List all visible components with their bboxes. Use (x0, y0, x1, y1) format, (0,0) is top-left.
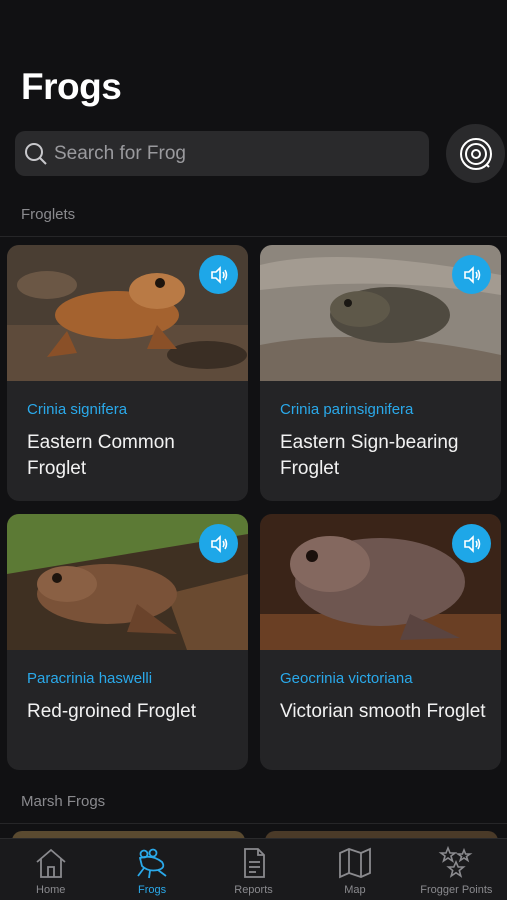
play-call-button[interactable] (452, 524, 491, 563)
bottom-tab-bar: Home Frogs Reports Map Frogger Points (0, 838, 507, 900)
frog-card-crinia-signifera[interactable]: Crinia signifera Eastern Common Froglet (7, 245, 248, 501)
scientific-name: Crinia signifera (27, 401, 128, 418)
tab-frogs[interactable]: Frogs (101, 839, 202, 900)
document-icon (243, 848, 265, 878)
play-call-button[interactable] (199, 524, 238, 563)
frog-card-geocrinia-victoriana[interactable]: Geocrinia victoriana Victorian smooth Fr… (260, 514, 501, 770)
play-call-button[interactable] (199, 255, 238, 294)
frog-call-scan-button[interactable] (446, 124, 505, 183)
speaker-icon (210, 265, 227, 284)
common-name: Victorian smooth Froglet (280, 701, 486, 722)
section-heading-froglets: Froglets (21, 206, 76, 223)
tab-label: Map (344, 884, 366, 896)
tab-label: Reports (234, 884, 273, 896)
tab-map[interactable]: Map (304, 839, 405, 900)
tab-label: Home (36, 884, 66, 896)
page-title: Frogs (21, 66, 122, 107)
scientific-name: Paracrinia haswelli (27, 670, 153, 687)
speaker-icon (210, 534, 227, 553)
speaker-icon (463, 534, 480, 553)
scientific-name: Crinia parinsignifera (280, 401, 414, 418)
search-placeholder: Search for Frog (54, 142, 186, 164)
common-name: Eastern Sign-bearing Froglet (280, 432, 459, 479)
search-input[interactable]: Search for Frog (15, 131, 429, 176)
section-heading-marsh-frogs: Marsh Frogs (21, 793, 106, 810)
speaker-icon (463, 265, 480, 284)
tab-frogger-points[interactable]: Frogger Points (406, 839, 507, 900)
tab-label: Frogger Points (420, 884, 493, 896)
map-icon (339, 847, 371, 879)
common-name: Eastern Common Froglet (27, 432, 175, 479)
section-divider (0, 236, 507, 237)
stars-icon (438, 846, 473, 878)
play-call-button[interactable] (452, 255, 491, 294)
tab-home[interactable]: Home (0, 839, 101, 900)
scientific-name: Geocrinia victoriana (280, 670, 413, 687)
frog-card-paracrinia-haswelli[interactable]: Paracrinia haswelli Red-groined Froglet (7, 514, 248, 770)
frog-icon (137, 848, 167, 879)
tab-label: Frogs (138, 884, 167, 896)
tab-reports[interactable]: Reports (203, 839, 304, 900)
search-icon (25, 142, 47, 165)
frog-card-crinia-parinsignifera[interactable]: Crinia parinsignifera Eastern Sign-beari… (260, 245, 501, 501)
common-name: Red-groined Froglet (27, 701, 196, 722)
home-icon (36, 848, 66, 878)
frog-call-scan-icon (459, 137, 492, 170)
section-divider (0, 823, 507, 824)
